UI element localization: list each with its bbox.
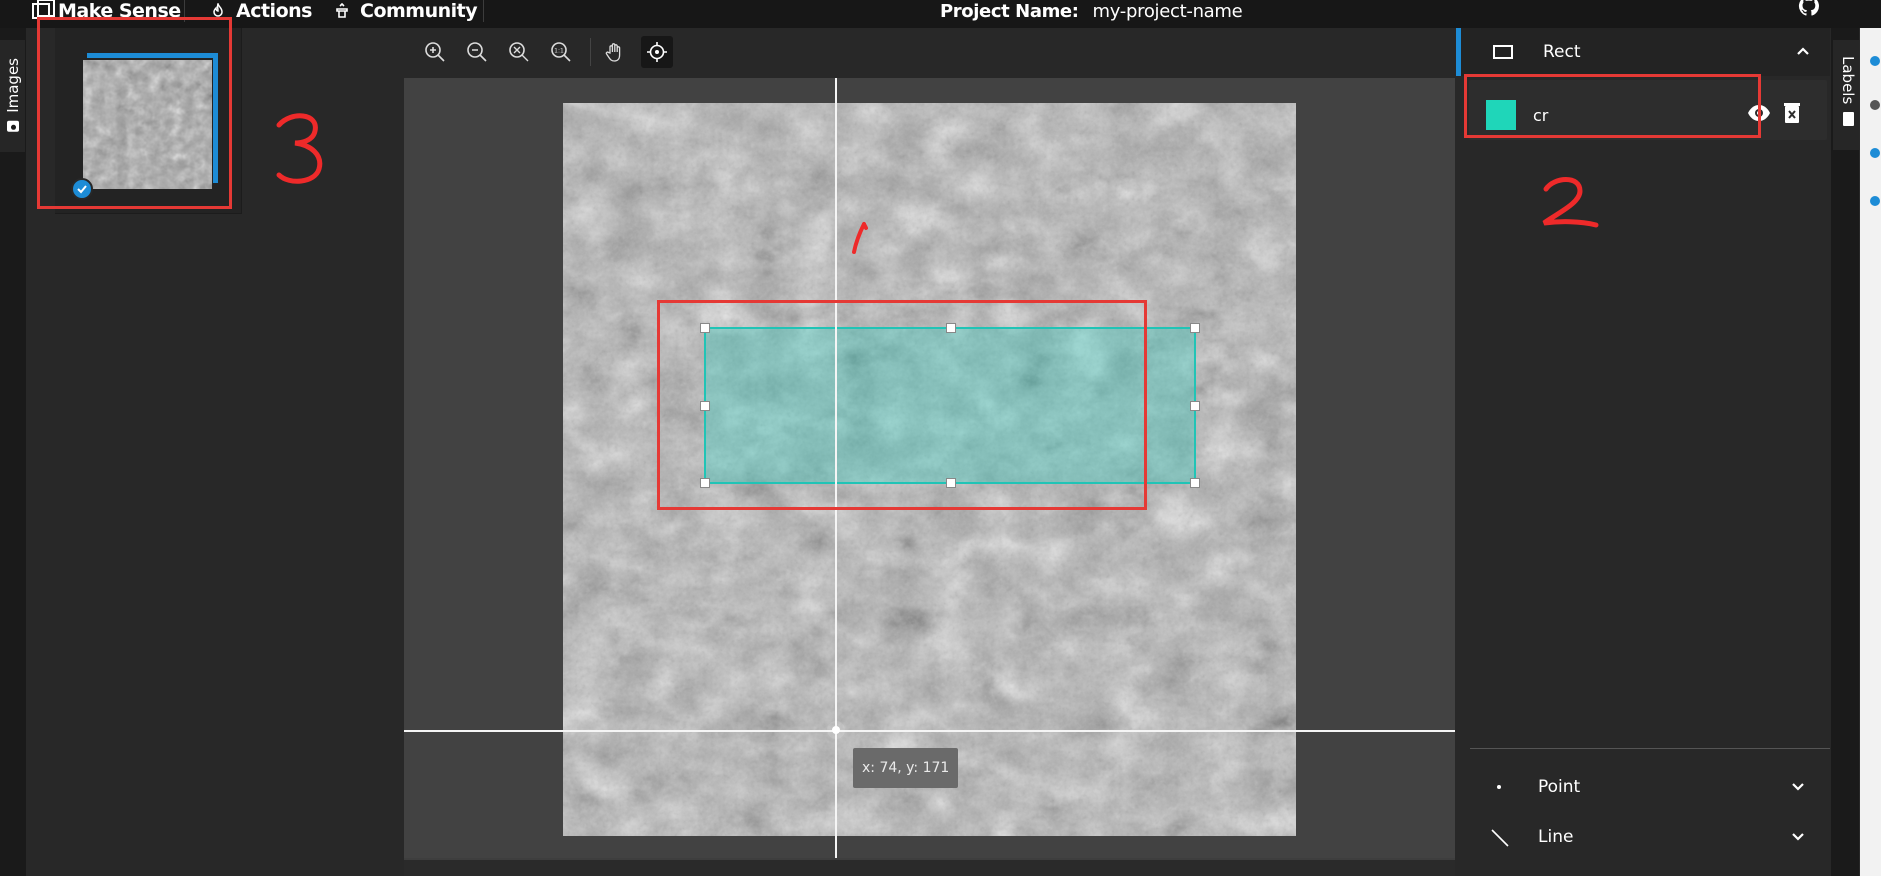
tab-labels[interactable]: Labels: [1833, 40, 1859, 150]
label-row[interactable]: cr: [1469, 80, 1827, 140]
zoom-reset-button[interactable]: 1:1: [545, 36, 577, 68]
hand-icon: [605, 43, 621, 62]
line-tool-label: Line: [1538, 827, 1574, 847]
point-tool-header[interactable]: Point: [1456, 764, 1830, 810]
annotation-mark-3: [276, 113, 323, 184]
images-panel: [27, 17, 403, 876]
resize-handle[interactable]: [700, 401, 710, 411]
brand-name: Make Sense: [58, 0, 181, 22]
project-name-label: Project Name:: [940, 0, 1079, 22]
rect-annotation[interactable]: [700, 323, 1200, 488]
edge-icon: [1870, 196, 1880, 206]
crosshair-center: [832, 726, 840, 734]
right-side-tabs: Labels: [1831, 28, 1859, 876]
nav-community[interactable]: Community: [334, 0, 478, 22]
nav-community-label: Community: [360, 0, 478, 22]
nav-actions-label: Actions: [236, 0, 312, 22]
resize-handle[interactable]: [1190, 323, 1200, 333]
crosshair-icon: [647, 42, 667, 62]
zoom-out-button[interactable]: [461, 36, 493, 68]
project-name-field[interactable]: my-project-name: [1093, 1, 1243, 22]
resize-handle[interactable]: [946, 323, 956, 333]
line-icon: [1491, 829, 1509, 847]
tab-images[interactable]: Images: [0, 40, 26, 152]
fire-icon: [213, 3, 223, 17]
point-tool-label: Point: [1538, 777, 1581, 797]
toolbar-divider: [590, 38, 591, 66]
camera-icon: [7, 120, 19, 132]
top-bar: Make Sense Actions Community Project Nam…: [0, 0, 1881, 28]
editor: 1:1 x: 74, y: 171: [404, 28, 1455, 876]
canvas-stage[interactable]: x: 74, y: 171: [404, 78, 1455, 858]
crosshair-button[interactable]: [641, 36, 673, 68]
editor-bottom-bar: [404, 860, 1455, 876]
editor-toolbar: 1:1: [404, 28, 1455, 78]
line-tool-header[interactable]: Line: [1456, 814, 1830, 860]
checked-icon: [71, 178, 93, 200]
edge-icon: [1870, 148, 1880, 158]
zoom-in-icon: [425, 42, 445, 62]
point-icon: [1497, 785, 1501, 789]
brand[interactable]: Make Sense: [32, 0, 181, 22]
chevron-down-icon[interactable]: [1789, 778, 1807, 796]
label-color-swatch[interactable]: [1486, 100, 1516, 130]
label-name[interactable]: cr: [1533, 106, 1548, 125]
tab-images-label: Images: [4, 58, 22, 113]
resize-handle[interactable]: [946, 478, 956, 488]
divider: [483, 0, 484, 22]
left-side-tabs: Images: [0, 28, 26, 876]
delete-icon[interactable]: [1783, 102, 1801, 124]
edge-icon: [1870, 100, 1880, 110]
resize-handle[interactable]: [700, 478, 710, 488]
crosshair-horizontal: [404, 730, 1455, 732]
labels-panel: Rect cr Point Line: [1456, 28, 1830, 876]
chevron-down-icon[interactable]: [1789, 828, 1807, 846]
thumbnail-image: [83, 60, 212, 189]
zoom-in-button[interactable]: [419, 36, 451, 68]
edge-icon: [1870, 56, 1880, 66]
crosshair-vertical: [835, 78, 837, 858]
project-name-section: Project Name: my-project-name: [940, 0, 1243, 22]
rect-tool-header[interactable]: Rect: [1456, 28, 1830, 76]
image-thumbnail[interactable]: [55, 28, 242, 214]
svg-text:1:1: 1:1: [554, 48, 564, 55]
pan-button[interactable]: [599, 36, 631, 68]
eye-icon[interactable]: [1747, 104, 1771, 122]
logo-icon: [32, 0, 55, 19]
community-icon: [336, 3, 348, 18]
github-icon[interactable]: [1797, 0, 1821, 18]
tag-icon: [1842, 112, 1854, 127]
cursor-coordinates: x: 74, y: 171: [853, 748, 959, 788]
divider: [184, 0, 185, 22]
nav-actions[interactable]: Actions: [210, 0, 312, 22]
chevron-up-icon[interactable]: [1794, 42, 1812, 60]
rect-tool-label: Rect: [1543, 42, 1581, 62]
zoom-actual-size-icon: 1:1: [551, 42, 571, 62]
panel-divider: [1470, 748, 1830, 749]
annotation-mark-2: [1542, 177, 1599, 228]
window-edge-strip: [1860, 28, 1881, 876]
resize-handle[interactable]: [1190, 401, 1200, 411]
resize-handle[interactable]: [1190, 478, 1200, 488]
zoom-fit-icon: [509, 42, 529, 62]
zoom-out-icon: [467, 42, 487, 62]
tab-labels-label: Labels: [1839, 56, 1857, 105]
rectangle-icon: [1493, 45, 1513, 59]
resize-handle[interactable]: [700, 323, 710, 333]
zoom-fit-button[interactable]: [503, 36, 535, 68]
